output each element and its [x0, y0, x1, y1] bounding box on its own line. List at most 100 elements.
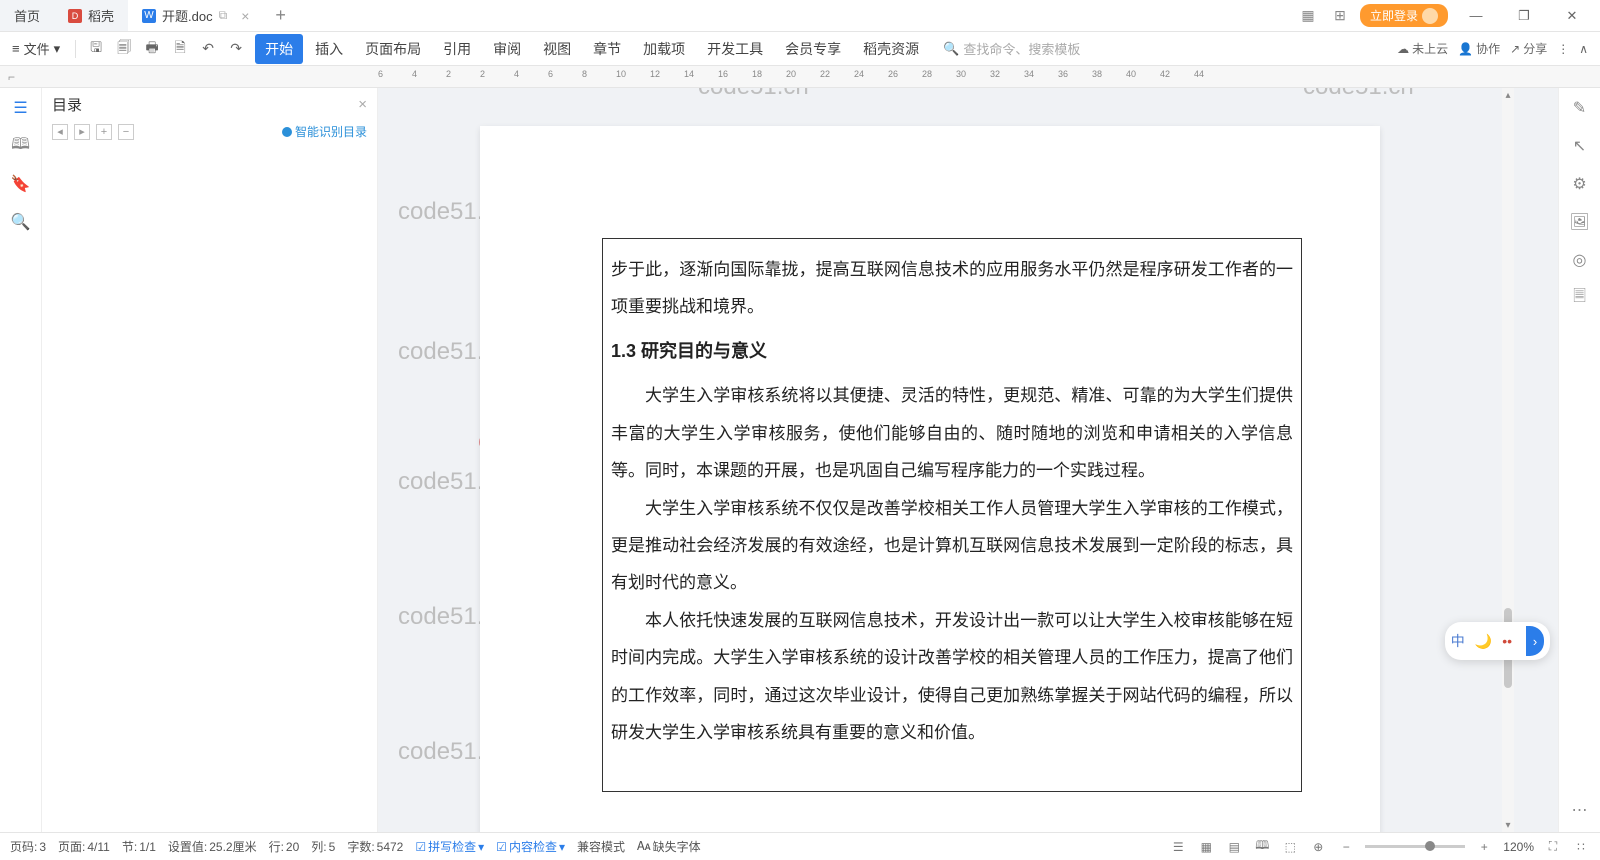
tab-document[interactable]: W 开题.doc ⧉ ×	[128, 0, 263, 31]
avatar-icon	[1422, 8, 1438, 24]
view-outline-icon[interactable]: ▤	[1225, 838, 1243, 856]
maximize-button[interactable]: ❐	[1504, 1, 1544, 31]
toc-panel: 目录 × ◂ ▸ + − 智能识别目录	[42, 88, 378, 832]
document-text-frame: 步于此，逐渐向国际靠拢，提高互联网信息技术的应用服务水平仍然是程序研发工作者的一…	[602, 238, 1302, 792]
target-icon[interactable]: ◎	[1568, 248, 1592, 272]
zoom-in-icon[interactable]: +	[1475, 838, 1493, 856]
scroll-down-icon[interactable]: ▾	[1502, 818, 1514, 832]
tab-docker[interactable]: D稻壳	[54, 0, 128, 31]
ime-lang[interactable]: 中	[1451, 631, 1465, 651]
collab-button[interactable]: 👤 协作	[1458, 40, 1500, 57]
fullscreen-icon[interactable]: ⛶	[1544, 838, 1562, 856]
collapse-ribbon-icon[interactable]: ∧	[1579, 42, 1588, 56]
paragraph[interactable]: 步于此，逐渐向国际靠拢，提高互联网信息技术的应用服务水平仍然是程序研发工作者的一…	[611, 251, 1293, 326]
translate-icon[interactable]: 🖼	[1568, 210, 1592, 234]
zoom-out-icon[interactable]: −	[1337, 838, 1355, 856]
cursor-icon[interactable]: ↖	[1568, 134, 1592, 158]
status-words[interactable]: 字数: 5472	[347, 838, 403, 855]
status-compat[interactable]: 兼容模式	[577, 838, 625, 855]
heading-1-3[interactable]: 1.3 研究目的与意义	[611, 332, 1293, 372]
view-web-icon[interactable]: ▦	[1197, 838, 1215, 856]
file-menu[interactable]: ≡ 文件 ▾	[6, 37, 66, 60]
outline-icon[interactable]: ☰	[9, 96, 33, 120]
print-preview-icon[interactable]: 🗐	[113, 38, 135, 60]
apps-icon[interactable]: ⊞	[1328, 4, 1352, 28]
ime-moon-icon[interactable]: 🌙	[1475, 633, 1492, 650]
settings-rail-icon[interactable]: ⚙	[1568, 172, 1592, 196]
more-rail-icon[interactable]: ⋯	[1568, 798, 1592, 822]
zoom-fit-icon[interactable]: ⊕	[1309, 838, 1327, 856]
view-print-icon[interactable]: ☰	[1169, 838, 1187, 856]
login-button[interactable]: 立即登录	[1360, 4, 1448, 27]
vertical-scrollbar[interactable]: ▴ ▾	[1502, 88, 1514, 832]
ruler-tab-icon[interactable]: ⌐	[8, 70, 15, 84]
menu-addins[interactable]: 加载项	[633, 34, 695, 64]
menu-pagelayout[interactable]: 页面布局	[355, 34, 431, 64]
menu-start[interactable]: 开始	[255, 34, 303, 64]
scroll-up-icon[interactable]: ▴	[1502, 88, 1514, 102]
menu-member[interactable]: 会员专享	[775, 34, 851, 64]
menu-view[interactable]: 视图	[533, 34, 581, 64]
title-bar: 首页 D稻壳 W 开题.doc ⧉ × + ▦ ⊞ 立即登录 — ❐ ✕	[0, 0, 1600, 32]
toc-remove-icon[interactable]: −	[118, 124, 134, 140]
redo-icon[interactable]: ↷	[225, 38, 247, 60]
print-icon[interactable]: 🖶	[141, 38, 163, 60]
more-icon[interactable]: ⋮	[1557, 42, 1569, 56]
horizontal-ruler[interactable]: 6422468101214161820222426283032343638404…	[378, 66, 1600, 87]
menu-section[interactable]: 章节	[583, 34, 631, 64]
search-rail-icon[interactable]: 🔍	[9, 210, 33, 234]
document-area[interactable]: code51.cn code51.cn code51.cn code51.cn …	[378, 88, 1558, 832]
zoom-slider[interactable]	[1365, 845, 1465, 848]
menu-references[interactable]: 引用	[433, 34, 481, 64]
status-spellcheck[interactable]: ☑ 拼写检查 ▾	[415, 838, 484, 855]
pencil-icon[interactable]: ✎	[1568, 96, 1592, 120]
ribbon-icon[interactable]: 🔖	[9, 172, 33, 196]
close-window-button[interactable]: ✕	[1552, 1, 1592, 31]
minimize-button[interactable]: —	[1456, 1, 1496, 31]
share-button[interactable]: ↗ 分享	[1510, 40, 1547, 57]
status-page[interactable]: 页面: 4/11	[58, 838, 110, 855]
bookmark-rail-icon[interactable]: 🕮	[9, 134, 33, 158]
save-icon[interactable]: 🖫	[85, 38, 107, 60]
status-position[interactable]: 设置值: 25.2厘米	[168, 838, 257, 855]
status-page-num[interactable]: 页码: 3	[10, 838, 46, 855]
watermark: code51.cn	[1303, 88, 1414, 101]
export-icon[interactable]: 🗎	[169, 38, 191, 60]
toc-collapse-icon[interactable]: ◂	[52, 124, 68, 140]
menu-review[interactable]: 审阅	[483, 34, 531, 64]
menu-bar: ≡ 文件 ▾ 🖫 🗐 🖶 🗎 ↶ ↷ 开始 插入 页面布局 引用 审阅 视图 章…	[0, 32, 1600, 66]
close-tab-icon[interactable]: ×	[241, 8, 249, 24]
ime-bar[interactable]: 中 🌙 •• ›	[1445, 622, 1550, 660]
menu-devtools[interactable]: 开发工具	[697, 34, 773, 64]
status-row[interactable]: 行: 20	[269, 838, 300, 855]
left-rail: ☰ 🕮 🔖 🔍	[0, 88, 42, 832]
undo-icon[interactable]: ↶	[197, 38, 219, 60]
toc-add-icon[interactable]: +	[96, 124, 112, 140]
paragraph[interactable]: 大学生入学审核系统不仅仅是改善学校相关工作人员管理大学生入学审核的工作模式，更是…	[611, 490, 1293, 602]
page-rail-icon[interactable]: 🗏	[1568, 286, 1592, 310]
zoom-value[interactable]: 120%	[1503, 840, 1534, 854]
status-col[interactable]: 列: 5	[311, 838, 335, 855]
cloud-status[interactable]: ☁ 未上云	[1397, 40, 1448, 57]
view-read-icon[interactable]: 🕮	[1253, 838, 1271, 856]
close-toc-icon[interactable]: ×	[358, 96, 367, 113]
toc-expand-icon[interactable]: ▸	[74, 124, 90, 140]
status-missing-font[interactable]: 🗛 缺失字体	[637, 838, 701, 855]
ime-dots-icon[interactable]: ••	[1502, 633, 1512, 649]
status-more-icon[interactable]: ∷	[1572, 838, 1590, 856]
menu-resources[interactable]: 稻壳资源	[853, 34, 929, 64]
popout-icon[interactable]: ⧉	[219, 8, 228, 23]
layout-icon[interactable]: ▦	[1296, 4, 1320, 28]
status-section[interactable]: 节: 1/1	[122, 838, 156, 855]
ime-expand-icon[interactable]: ›	[1526, 626, 1544, 656]
view-fullwidth-icon[interactable]: ⬚	[1281, 838, 1299, 856]
tab-home[interactable]: 首页	[0, 0, 54, 31]
paragraph[interactable]: 本人依托快速发展的互联网信息技术，开发设计出一款可以让大学生入校审核能够在短时间…	[611, 602, 1293, 752]
smart-toc-button[interactable]: 智能识别目录	[282, 123, 367, 140]
paragraph[interactable]: 大学生入学审核系统将以其便捷、灵活的特性，更规范、精准、可靠的为大学生们提供丰富…	[611, 377, 1293, 489]
status-contentcheck[interactable]: ☑ 内容检查 ▾	[496, 838, 565, 855]
word-icon: W	[142, 9, 156, 23]
new-tab-button[interactable]: +	[263, 0, 298, 31]
menu-insert[interactable]: 插入	[305, 34, 353, 64]
command-search[interactable]: 🔍 查找命令、搜索模板	[943, 39, 1080, 58]
